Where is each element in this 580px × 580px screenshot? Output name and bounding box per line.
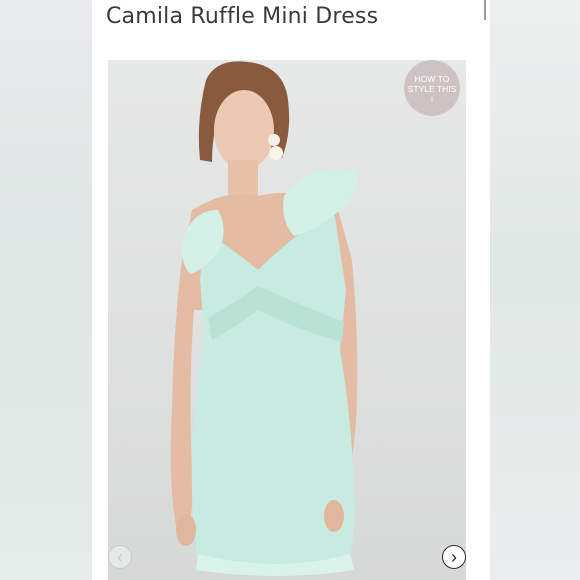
next-image-button[interactable]: › <box>442 545 466 569</box>
product-page: Camila Ruffle Mini Dress HOW TO STYLE TH… <box>92 0 490 580</box>
badge-line-1: HOW TO <box>414 73 450 84</box>
chevron-right-icon: › <box>451 547 457 567</box>
arrow-down-icon: ↓ <box>429 92 435 103</box>
product-image[interactable]: HOW TO STYLE THIS ↓ ‹ › <box>108 60 466 580</box>
model-illustration <box>170 61 358 576</box>
how-to-style-button[interactable]: HOW TO STYLE THIS ↓ <box>404 60 460 116</box>
product-title: Camila Ruffle Mini Dress <box>106 4 379 29</box>
previous-image-button[interactable]: ‹ <box>108 545 132 569</box>
chevron-left-icon: ‹ <box>117 547 123 567</box>
badge-line-2: STYLE THIS <box>407 83 457 94</box>
background-blur-left <box>0 0 92 580</box>
scrollbar[interactable] <box>484 0 486 20</box>
background-blur-right <box>490 0 580 580</box>
